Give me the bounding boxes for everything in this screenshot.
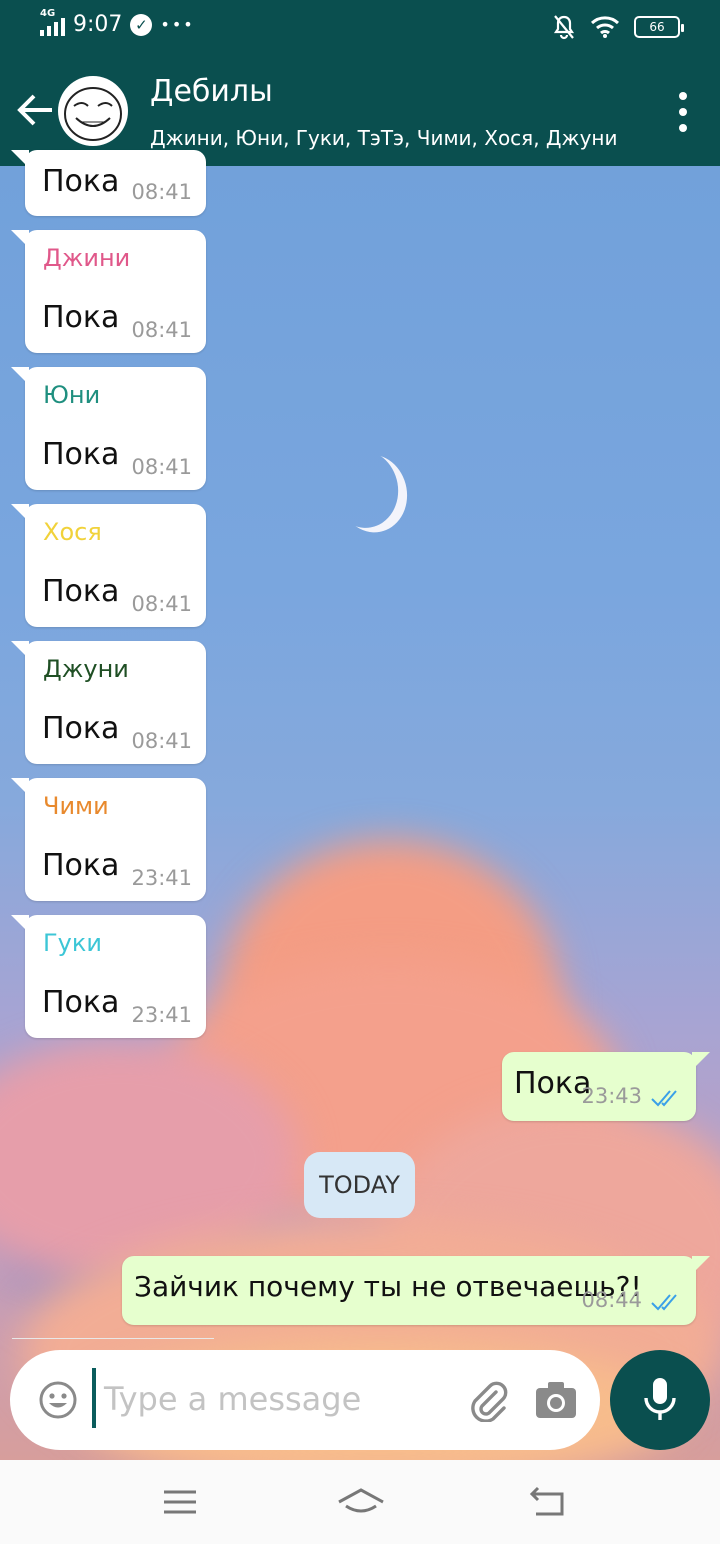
message-text: Пока: [42, 711, 120, 746]
mute-bell-icon: [553, 15, 575, 40]
attachment-icon[interactable]: [466, 1378, 510, 1422]
message-time: 08:44: [581, 1288, 642, 1312]
camera-icon[interactable]: [534, 1380, 578, 1420]
message-time: 08:41: [131, 729, 192, 753]
system-nav-bar: [0, 1460, 720, 1544]
read-receipt-icon: [651, 1090, 677, 1107]
recent-apps-icon[interactable]: [160, 1484, 200, 1520]
message-text: Пока: [42, 848, 120, 883]
emoji-icon[interactable]: [38, 1380, 78, 1420]
message-time: 08:41: [131, 180, 192, 204]
message-bubble[interactable]: Пока 08:41: [11, 150, 206, 216]
status-bar: 4G 9:07 ✓ ••• 66: [0, 0, 720, 56]
message-time: 08:41: [131, 455, 192, 479]
message-time: 23:41: [131, 866, 192, 890]
back-arrow-icon[interactable]: [14, 88, 58, 132]
message-sender: Гуки: [43, 929, 102, 957]
battery-icon: 66: [634, 16, 684, 38]
signal-icon: 4G: [40, 8, 65, 36]
back-nav-icon[interactable]: [528, 1484, 568, 1520]
message-sender: Юни: [43, 381, 101, 409]
date-divider: TODAY: [304, 1152, 415, 1218]
message-text: Зайчик почему ты не отвечаешь?!: [134, 1270, 642, 1303]
message-bubble[interactable]: Гуки Пока 23:41: [11, 915, 206, 1038]
moon-image: [324, 445, 405, 534]
message-time: 08:41: [131, 592, 192, 616]
message-sender: Хося: [43, 518, 102, 546]
message-composer[interactable]: Type a message: [10, 1350, 600, 1450]
check-circle-icon: ✓: [130, 13, 153, 36]
message-text: Пока: [42, 985, 120, 1020]
message-bubble[interactable]: Джини Пока 08:41: [11, 230, 206, 353]
message-text: Пока: [42, 300, 120, 335]
message-text: Пока: [514, 1066, 592, 1101]
divider: [12, 1338, 214, 1339]
message-bubble[interactable]: Хося Пока 08:41: [11, 504, 206, 627]
outgoing-message-bubble[interactable]: Пока 23:43: [502, 1052, 710, 1121]
chat-title: Дебилы: [150, 74, 273, 109]
message-text: Пока: [42, 164, 120, 199]
message-text: Пока: [42, 437, 120, 472]
outgoing-message-bubble[interactable]: Зайчик почему ты не отвечаешь?! 08:44: [122, 1256, 710, 1325]
text-cursor: [92, 1368, 96, 1428]
message-sender: Чими: [43, 792, 109, 820]
message-sender: Джуни: [43, 655, 129, 683]
message-time: 23:41: [131, 1003, 192, 1027]
clock: 9:07: [73, 12, 123, 37]
message-sender: Джини: [43, 244, 131, 272]
message-bubble[interactable]: Юни Пока 08:41: [11, 367, 206, 490]
read-receipt-icon: [651, 1294, 677, 1311]
more-notifications-icon: •••: [160, 15, 195, 34]
troll-face-icon: [64, 87, 122, 141]
more-options-icon[interactable]: [676, 92, 690, 132]
microphone-icon: [644, 1378, 676, 1420]
message-time: 08:41: [131, 318, 192, 342]
home-icon[interactable]: [336, 1484, 386, 1520]
message-bubble[interactable]: Чими Пока 23:41: [11, 778, 206, 901]
voice-record-button[interactable]: [610, 1350, 710, 1450]
message-input[interactable]: Type a message: [104, 1380, 361, 1418]
message-bubble[interactable]: Джуни Пока 08:41: [11, 641, 206, 764]
chat-participants: Джини, Юни, Гуки, ТэТэ, Чими, Хося, Джун…: [150, 126, 618, 150]
message-text: Пока: [42, 574, 120, 609]
message-time: 23:43: [581, 1084, 642, 1108]
wifi-icon: [590, 16, 620, 38]
group-avatar[interactable]: [58, 76, 128, 146]
